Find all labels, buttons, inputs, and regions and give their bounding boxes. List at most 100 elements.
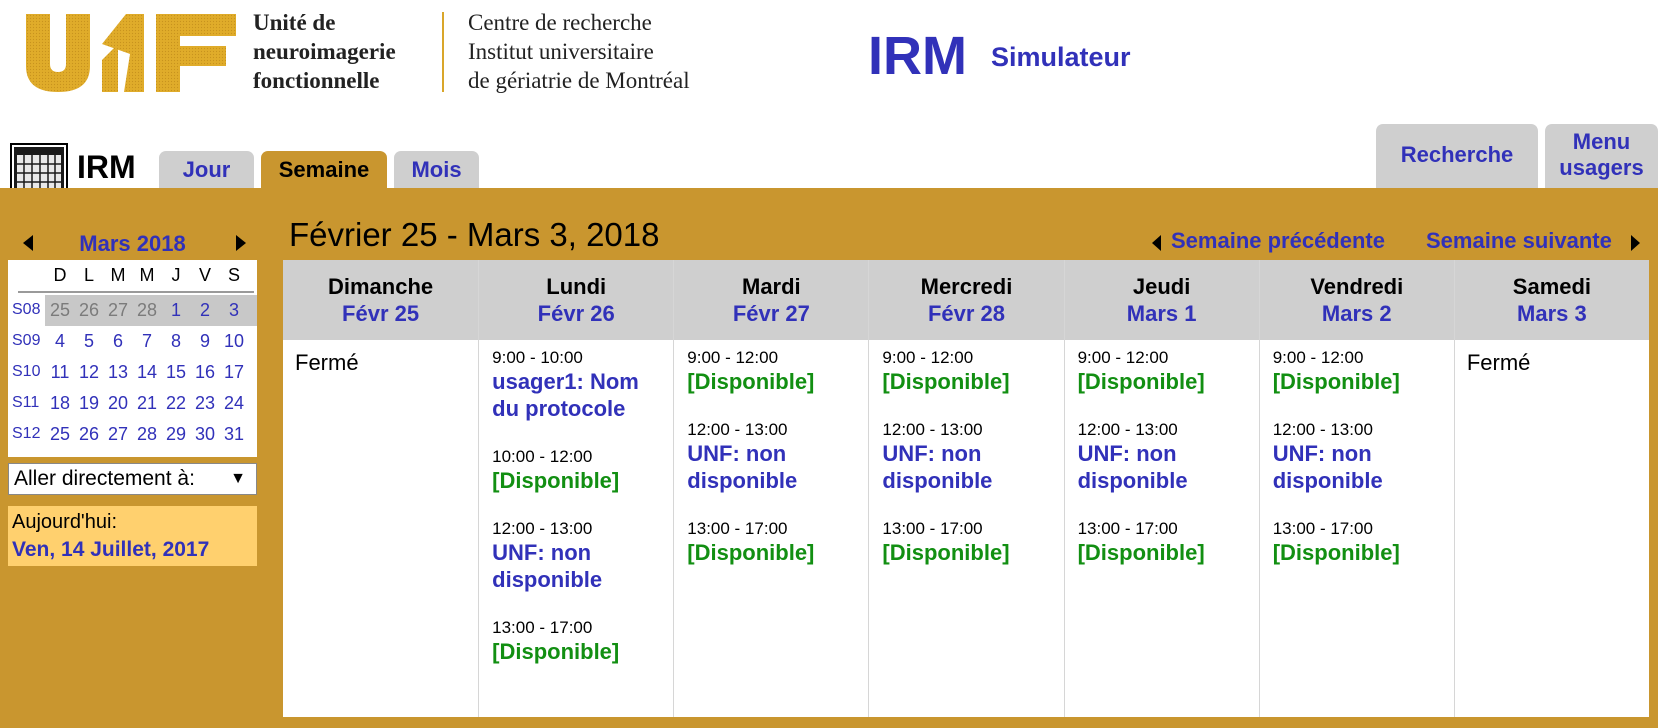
mini-calendar-day[interactable]: 1	[161, 300, 191, 321]
mini-calendar-day[interactable]: 18	[45, 393, 75, 414]
booked-slot-link[interactable]: UNF: non disponible	[492, 539, 665, 593]
mini-calendar-day[interactable]: 11	[45, 362, 75, 383]
available-slot-link[interactable]: [Disponible]	[1078, 368, 1251, 395]
time-slot: 13:00 - 17:00 [Disponible]	[492, 618, 665, 665]
day-header: Samedi Mars 3	[1454, 260, 1649, 340]
next-week-link[interactable]: Semaine suivante	[1426, 228, 1632, 254]
available-slot-link[interactable]: [Disponible]	[492, 638, 665, 665]
mini-calendar-day[interactable]: 22	[161, 393, 191, 414]
unit-line-1: Unité de	[253, 10, 336, 35]
booked-slot-link[interactable]: UNF: non disponible	[1078, 440, 1251, 494]
next-month-arrow-icon[interactable]	[236, 235, 246, 251]
prev-week-link[interactable]: Semaine précédente	[1151, 228, 1385, 254]
mini-calendar-day[interactable]: 23	[190, 393, 220, 414]
day-date-link[interactable]: Mars 1	[1065, 301, 1259, 327]
mini-calendar-month[interactable]: Mars 2018	[8, 231, 257, 257]
slot-time: 13:00 - 17:00	[882, 519, 983, 538]
time-slot: 9:00 - 10:00 usager1: Nom du protocole	[492, 348, 665, 422]
booked-slot-link[interactable]: usager1: Nom du protocole	[492, 368, 665, 422]
available-slot-link[interactable]: [Disponible]	[882, 539, 1055, 566]
mini-calendar-day[interactable]: 26	[74, 300, 104, 321]
mini-calendar-day[interactable]: 30	[190, 424, 220, 445]
mini-calendar-day[interactable]: 10	[219, 331, 249, 352]
time-slot: 12:00 - 13:00 UNF: non disponible	[882, 420, 1055, 494]
day-header: Dimanche Févr 25	[283, 260, 479, 340]
mini-calendar-day[interactable]: 9	[190, 331, 220, 352]
time-slot: 13:00 - 17:00 [Disponible]	[687, 519, 860, 566]
tab-semaine[interactable]: Semaine	[261, 151, 387, 188]
mini-calendar-day[interactable]: 28	[132, 300, 162, 321]
time-slot: 12:00 - 13:00 UNF: non disponible	[492, 519, 665, 593]
available-slot-link[interactable]: [Disponible]	[1273, 368, 1446, 395]
mini-calendar-day[interactable]: 27	[103, 424, 133, 445]
day-date-link[interactable]: Févr 26	[479, 301, 673, 327]
day-date-link[interactable]: Févr 28	[869, 301, 1063, 327]
section-label: IRM	[77, 149, 136, 185]
day-date-link[interactable]: Févr 25	[283, 301, 478, 327]
tab-mois[interactable]: Mois	[394, 151, 479, 188]
slot-time: 9:00 - 10:00	[492, 348, 583, 367]
mini-calendar-day[interactable]: 7	[132, 331, 162, 352]
available-slot-link[interactable]: [Disponible]	[687, 539, 860, 566]
time-slot: 10:00 - 12:00 [Disponible]	[492, 447, 665, 494]
available-slot-link[interactable]: [Disponible]	[882, 368, 1055, 395]
week-number-link[interactable]: S08	[12, 301, 40, 319]
day-date-link[interactable]: Mars 2	[1260, 301, 1454, 327]
week-number-link[interactable]: S09	[12, 332, 40, 350]
mini-calendar-day[interactable]: 3	[219, 300, 249, 321]
day-name: Jeudi	[1132, 274, 1191, 299]
week-number-link[interactable]: S11	[12, 394, 39, 412]
mini-calendar-day[interactable]: 15	[161, 362, 191, 383]
weekday-header: M	[110, 265, 126, 285]
mini-calendar-day[interactable]: 27	[103, 300, 133, 321]
time-slot: 9:00 - 12:00 [Disponible]	[1273, 348, 1446, 395]
day-date-link[interactable]: Mars 3	[1455, 301, 1649, 327]
mini-calendar-day[interactable]: 5	[74, 331, 104, 352]
day-body: Fermé	[295, 348, 470, 376]
mini-calendar-day[interactable]: 21	[132, 393, 162, 414]
day-name: Vendredi	[1310, 274, 1404, 299]
goto-select[interactable]: Aller directement à: ▼	[8, 463, 257, 495]
mini-calendar-day[interactable]: 20	[103, 393, 133, 414]
available-slot-link[interactable]: [Disponible]	[492, 467, 665, 494]
slot-time: 13:00 - 17:00	[1272, 519, 1373, 538]
mini-calendar-day[interactable]: 12	[74, 362, 104, 383]
mini-calendar-day[interactable]: 17	[219, 362, 249, 383]
time-slot: 12:00 - 13:00 UNF: non disponible	[687, 420, 860, 494]
week-number-link[interactable]: S10	[12, 363, 40, 381]
next-week-arrow-icon[interactable]	[1631, 235, 1640, 251]
booked-slot-link[interactable]: UNF: non disponible	[687, 440, 860, 494]
day-header: Vendredi Mars 2	[1259, 260, 1454, 340]
tab-jour[interactable]: Jour	[159, 151, 254, 188]
mini-calendar-day[interactable]: 4	[45, 331, 75, 352]
mini-calendar-day[interactable]: 6	[103, 331, 133, 352]
mini-calendar-day[interactable]: 29	[161, 424, 191, 445]
mini-calendar-day[interactable]: 31	[219, 424, 249, 445]
tab-menu-usagers[interactable]: Menu usagers	[1545, 124, 1658, 188]
day-date-link[interactable]: Févr 27	[674, 301, 868, 327]
day-header: Lundi Févr 26	[479, 260, 674, 340]
week-number-link[interactable]: S12	[12, 425, 40, 443]
weekday-header: V	[198, 265, 211, 285]
slot-time: 12:00 - 13:00	[687, 420, 788, 439]
tab-recherche[interactable]: Recherche	[1376, 124, 1538, 188]
mini-calendar-day[interactable]: 28	[132, 424, 162, 445]
mini-calendar-day[interactable]: 14	[132, 362, 162, 383]
today-date-link[interactable]: Ven, 14 Juillet, 2017	[12, 538, 209, 562]
mini-calendar-day[interactable]: 25	[45, 424, 75, 445]
mini-calendar-day[interactable]: 24	[219, 393, 249, 414]
day-header: Mercredi Févr 28	[869, 260, 1064, 340]
mini-calendar-day[interactable]: 26	[74, 424, 104, 445]
mini-calendar-day[interactable]: 25	[45, 300, 75, 321]
mini-calendar-day[interactable]: 8	[161, 331, 191, 352]
booked-slot-link[interactable]: UNF: non disponible	[1273, 440, 1446, 494]
available-slot-link[interactable]: [Disponible]	[1078, 539, 1251, 566]
slot-time: 12:00 - 13:00	[1077, 420, 1178, 439]
mini-calendar-day[interactable]: 2	[190, 300, 220, 321]
mini-calendar-day[interactable]: 19	[74, 393, 104, 414]
mini-calendar-day[interactable]: 16	[190, 362, 220, 383]
mini-calendar-day[interactable]: 13	[103, 362, 133, 383]
booked-slot-link[interactable]: UNF: non disponible	[882, 440, 1055, 494]
available-slot-link[interactable]: [Disponible]	[1273, 539, 1446, 566]
available-slot-link[interactable]: [Disponible]	[687, 368, 860, 395]
